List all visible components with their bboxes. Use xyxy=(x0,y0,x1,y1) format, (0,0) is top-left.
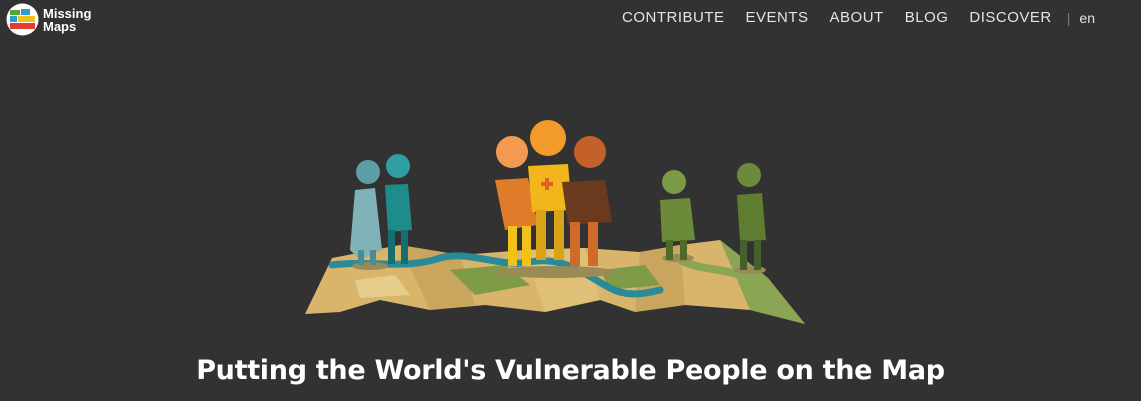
logo-wordmark: Missing Maps xyxy=(43,7,91,33)
main-nav: CONTRIBUTE EVENTS ABOUT BLOG DISCOVER | … xyxy=(622,9,1095,26)
nav-blog[interactable]: BLOG xyxy=(905,9,949,26)
logo-line-1: Missing xyxy=(43,5,92,21)
central-group-icon xyxy=(495,120,615,278)
logo-line-2: Maps xyxy=(43,18,77,34)
site-header: Missing Maps CONTRIBUTE EVENTS ABOUT BLO… xyxy=(0,0,1141,40)
language-selector[interactable]: en xyxy=(1079,10,1095,26)
people-on-map-illustration xyxy=(305,120,805,324)
nav-events[interactable]: EVENTS xyxy=(746,9,809,26)
nav-contribute[interactable]: CONTRIBUTE xyxy=(622,9,725,26)
missing-maps-logo-link[interactable]: Missing Maps xyxy=(6,3,91,36)
nav-separator: | xyxy=(1066,9,1071,26)
hero-headline: Putting the World's Vulnerable People on… xyxy=(196,355,945,386)
nav-discover[interactable]: DISCOVER xyxy=(969,9,1051,26)
nav-about[interactable]: ABOUT xyxy=(830,9,884,26)
missing-maps-logo-icon xyxy=(6,3,39,36)
